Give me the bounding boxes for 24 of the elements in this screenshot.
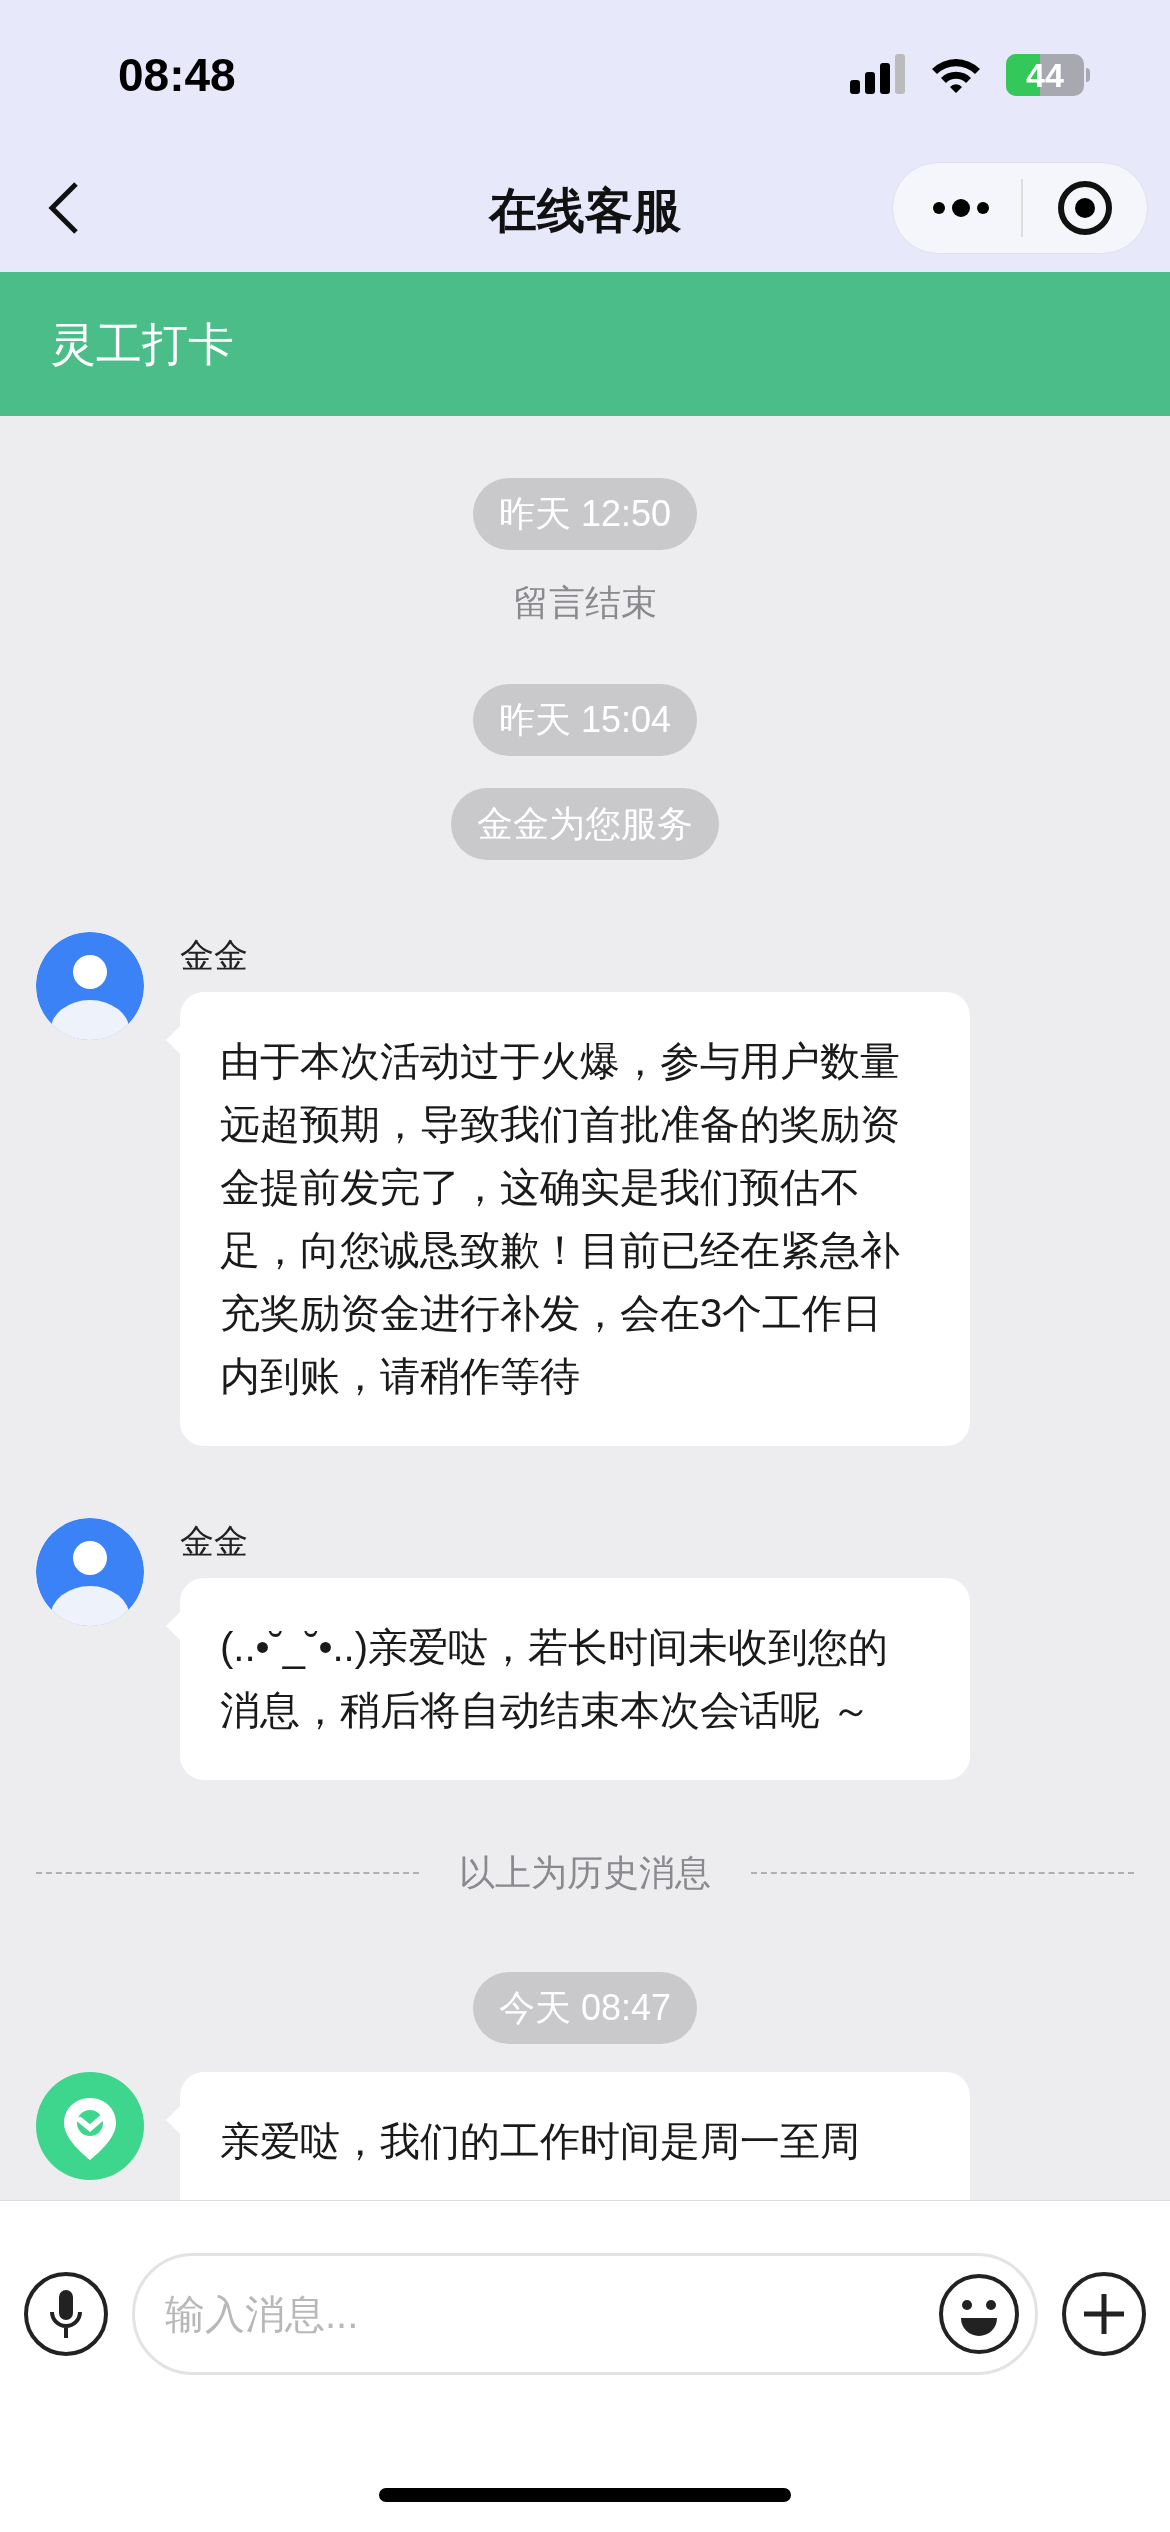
message-input-field[interactable]: 输入消息... bbox=[132, 2253, 1038, 2375]
emoji-icon[interactable] bbox=[937, 2272, 1021, 2356]
sender-name: 金金 bbox=[180, 935, 248, 976]
history-divider-label: 以上为历史消息 bbox=[459, 1851, 711, 1895]
more-icon[interactable] bbox=[931, 198, 991, 218]
close-target-icon[interactable] bbox=[1057, 180, 1113, 236]
system-notice: 留言结束 bbox=[513, 581, 657, 625]
add-button[interactable] bbox=[1062, 2272, 1146, 2356]
signal-icon bbox=[850, 54, 906, 96]
message-input[interactable]: 输入消息... bbox=[165, 2284, 937, 2344]
banner-title: 灵工打卡 bbox=[50, 316, 234, 372]
microphone-button[interactable] bbox=[24, 2272, 108, 2356]
message-bubble: 由于本次活动过于火爆，参与用户数量远超预期，导致我们首批准备的奖励资金提前发完了，这确实是我们预估不足，向您诚恳致歉！目前已经在紧急补充奖励资金进行补发，会在3个工作日内到账，请稍作等待 bbox=[180, 992, 970, 1446]
message-bubble: (..•˘_˘•..)亲爱哒，若长时间未收到您的消息，稍后将自动结束本次会话呢 ～ bbox=[180, 1578, 970, 1780]
sender-name: 金金 bbox=[180, 1521, 248, 1562]
avatar-icon bbox=[36, 932, 144, 1040]
plus-icon[interactable] bbox=[1082, 2292, 1126, 2336]
message-bubble: 亲爱哒，我们的工作时间是周一至周 bbox=[180, 2072, 970, 2200]
microphone-icon[interactable] bbox=[48, 2288, 84, 2340]
page-title: 在线客服 bbox=[489, 183, 681, 239]
back-button[interactable] bbox=[48, 180, 80, 236]
avatar-icon bbox=[36, 1518, 144, 1626]
location-pin-logo-icon bbox=[36, 2072, 144, 2180]
status-time: 08:48 bbox=[118, 47, 236, 103]
